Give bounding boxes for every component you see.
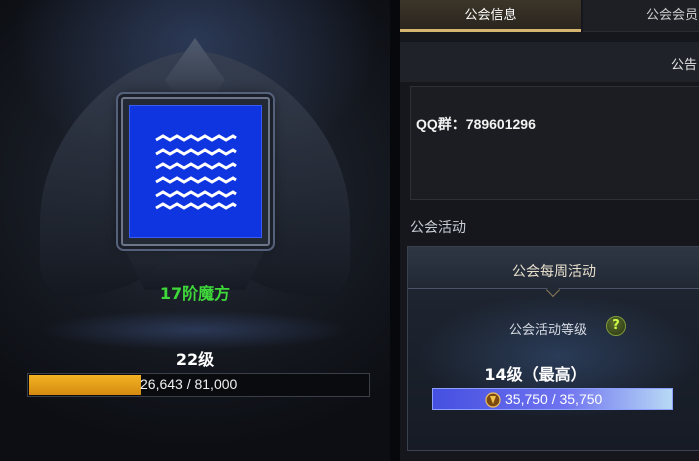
guild-crest-icon <box>485 392 501 408</box>
activity-points-bar: 35,750 / 35,750 <box>432 388 673 410</box>
notice-box[interactable]: QQ群：789601296 <box>410 86 699 200</box>
guild-info-panel: 公会信息 公会会员 公告 QQ群：789601296 公会活动 公会每周活动 公… <box>400 0 699 461</box>
weekly-activity-title: 公会每周活动 <box>512 264 596 280</box>
activity-points-text: 35,750 / 35,750 <box>505 391 603 407</box>
guild-xp-text: 26,643 / 81,000 <box>140 376 238 392</box>
tab-bar: 公会信息 公会会员 <box>400 0 699 32</box>
guild-xp-bar: 26,643 / 81,000 <box>27 373 370 397</box>
guild-banner <box>129 105 262 238</box>
notice-text: QQ群：789601296 <box>416 116 536 132</box>
tab-guild-info[interactable]: 公会信息 <box>400 0 581 32</box>
level-glow <box>40 310 350 350</box>
activity-level-value: 14级（最高） <box>484 365 587 384</box>
guild-level: 22级 <box>175 350 215 369</box>
weekly-activity-card: 公会每周活动 公会活动等级 ? 14级（最高） 35,750 / 35,750 <box>407 246 699 451</box>
waves-icon <box>154 133 237 210</box>
guild-xp-fill <box>29 375 142 395</box>
guild-name: 17阶魔方 <box>159 284 231 303</box>
help-icon[interactable]: ? <box>606 316 626 336</box>
notice-header: 公告 <box>400 42 699 82</box>
activity-section-label: 公会活动 <box>410 220 466 236</box>
guild-emblem-panel: 17阶魔方 22级 26,643 / 81,000 <box>0 0 390 461</box>
panel-divider <box>390 0 400 461</box>
tab-guild-members[interactable]: 公会会员 <box>583 0 699 32</box>
activity-level-label: 公会活动等级 <box>509 323 588 338</box>
guild-banner-frame[interactable] <box>121 97 270 246</box>
notice-title: 公告 <box>671 58 698 73</box>
